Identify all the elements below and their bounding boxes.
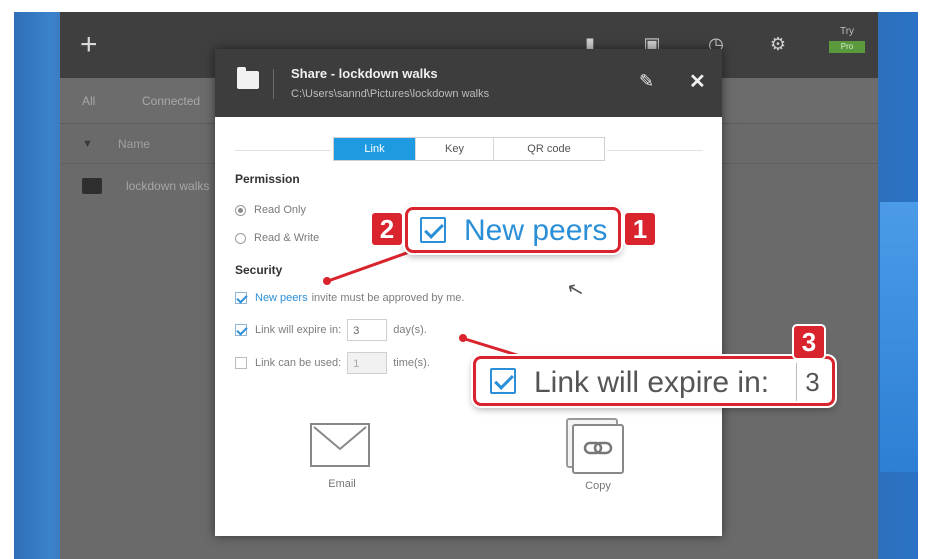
expire-checkbox[interactable] <box>235 324 247 336</box>
email-label: Email <box>328 478 356 490</box>
radio-read-only[interactable]: Read Only <box>235 202 306 218</box>
trial-badge: Pro <box>829 41 865 53</box>
share-dialog: Share - lockdown walks C:\Users\sannd\Pi… <box>215 49 722 536</box>
desktop-wallpaper-edge <box>880 202 918 472</box>
tab-qr-code[interactable]: QR code <box>494 138 604 160</box>
callout-number-2: 2 <box>372 213 402 245</box>
callout-expire-text: Link will expire in: <box>534 366 770 399</box>
column-name[interactable]: Name <box>118 137 150 151</box>
plus-icon[interactable]: + <box>80 30 98 60</box>
permission-label: Permission <box>235 172 300 186</box>
security-label: Security <box>235 263 283 277</box>
folder-icon <box>237 67 259 89</box>
chain-link-icon <box>583 441 613 455</box>
expire-unit: day(s). <box>393 324 427 336</box>
radio-read-write[interactable]: Read & Write <box>235 230 319 246</box>
callout-link-expire: Link will expire in: 3 <box>473 356 835 406</box>
callout-expire-value: 3 <box>796 363 828 401</box>
email-icon[interactable] <box>310 423 370 467</box>
radio-read-write-label: Read & Write <box>254 232 320 244</box>
used-row: Link can be used: 1 time(s). <box>235 352 430 374</box>
callout-number-3: 3 <box>794 326 824 358</box>
tab-key[interactable]: Key <box>416 138 494 160</box>
radio-button[interactable] <box>235 204 246 216</box>
used-unit: time(s). <box>393 357 430 369</box>
new-peers-row: New peers invite must be approved by me. <box>235 289 464 307</box>
dialog-path: C:\Users\sannd\Pictures\lockdown walks <box>291 88 490 100</box>
share-tabs: Link Key QR code <box>333 137 605 161</box>
trial-indicator[interactable]: Try Pro <box>828 26 866 53</box>
sort-triangle-icon[interactable]: ▼ <box>82 138 93 150</box>
tab-link[interactable]: Link <box>334 138 416 160</box>
used-label: Link can be used: <box>255 357 342 369</box>
copy-label: Copy <box>585 480 611 492</box>
tab-divider-right <box>607 150 703 151</box>
edit-icon[interactable]: ✎ <box>639 71 654 92</box>
tab-connected[interactable]: Connected <box>142 94 200 108</box>
radio-button[interactable] <box>235 232 246 244</box>
email-button[interactable]: Email <box>297 470 387 490</box>
expire-days-input[interactable]: 3 <box>347 319 388 341</box>
copy-icon[interactable] <box>572 424 624 474</box>
used-checkbox[interactable] <box>235 357 247 369</box>
folder-icon <box>82 178 102 194</box>
expire-row: Link will expire in: 3 day(s). <box>235 319 427 341</box>
used-times-input[interactable]: 1 <box>347 352 388 374</box>
dialog-header: Share - lockdown walks C:\Users\sannd\Pi… <box>215 49 722 117</box>
callout-new-peers-text: New peers <box>464 214 608 247</box>
envelope-flap <box>313 426 367 451</box>
callout-new-peers: New peers <box>405 207 621 253</box>
screenshot-frame: + ▮ ▣ ◷ ⚙ Try Pro All Connected ▼ Name l… <box>0 0 934 559</box>
file-name: lockdown walks <box>126 179 210 193</box>
close-icon[interactable]: ✕ <box>689 69 706 94</box>
radio-read-only-label: Read Only <box>254 204 306 216</box>
new-peers-checkbox[interactable] <box>235 292 247 304</box>
new-peers-link[interactable]: New peers <box>255 292 308 304</box>
dialog-title: Share - lockdown walks <box>291 66 438 81</box>
gear-icon[interactable]: ⚙ <box>768 34 788 54</box>
trial-label: Try <box>839 26 855 37</box>
tab-all[interactable]: All <box>82 94 95 108</box>
callout-number-1: 1 <box>625 213 655 245</box>
checkbox-magnified <box>490 368 516 394</box>
header-divider <box>273 69 274 99</box>
expire-label: Link will expire in: <box>255 324 342 336</box>
tab-divider-left <box>235 150 331 151</box>
copy-button[interactable]: Copy <box>553 472 643 492</box>
checkbox-magnified <box>420 217 446 243</box>
new-peers-text: invite must be approved by me. <box>311 292 465 304</box>
